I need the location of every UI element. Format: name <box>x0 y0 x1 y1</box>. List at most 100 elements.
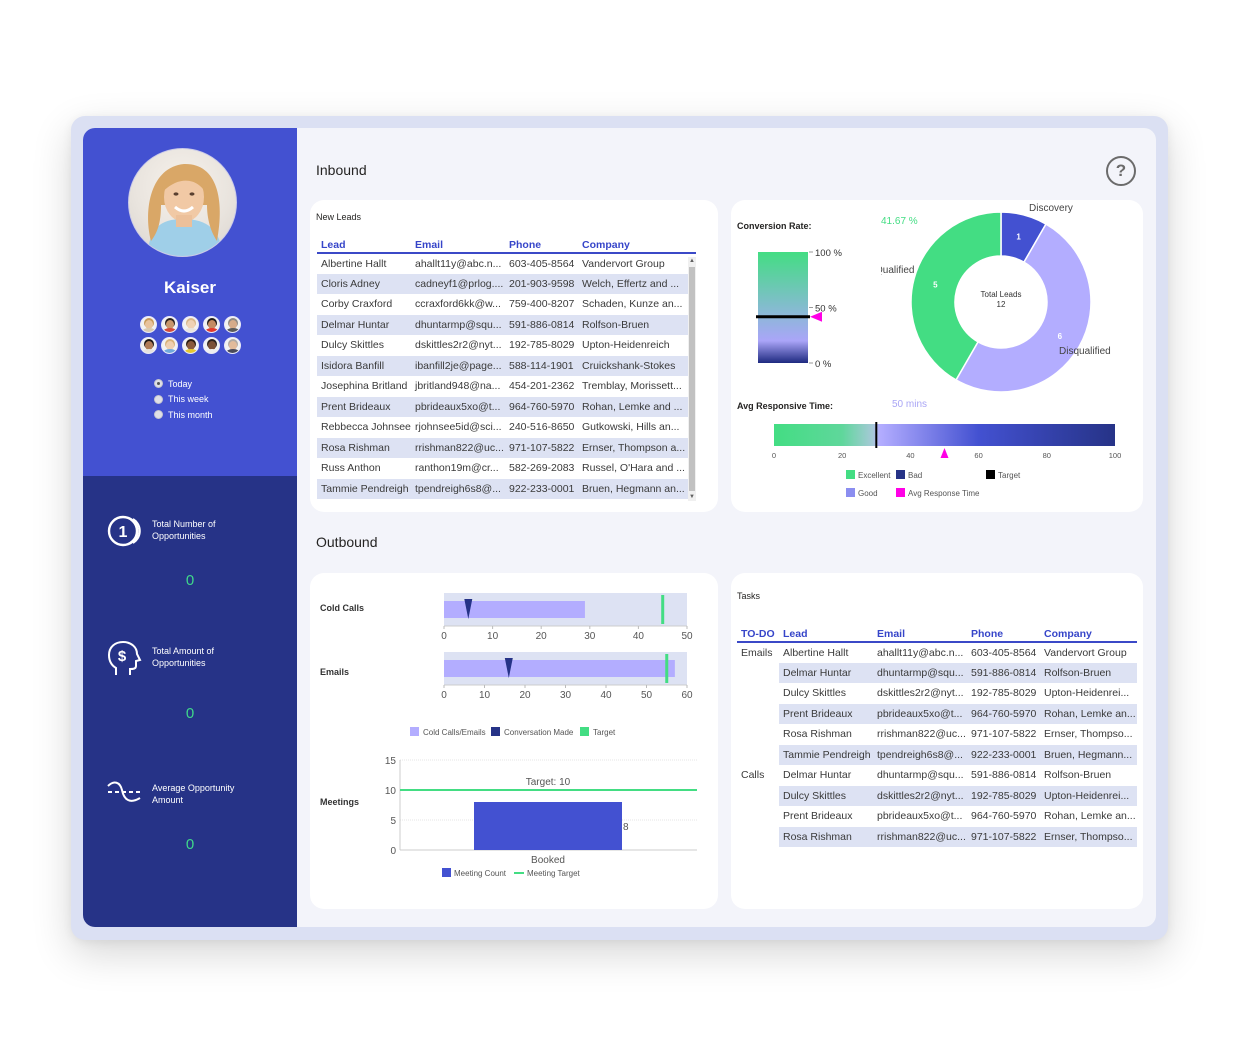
table-row[interactable]: Isidora Banfill ibanfill2je@page... 588-11… <box>317 355 696 376</box>
column-header-company[interactable]: Company <box>578 237 696 254</box>
table-row[interactable]: Tammie Pendreigh tpendreigh6s8@... 922-233… <box>317 478 696 499</box>
table-row[interactable]: Dulcy Skittles dskittles2r2@nyt... 192-785… <box>317 335 696 356</box>
table-cell: Rolfson-Bruen <box>1044 769 1112 782</box>
table-cell: jbritland948@na... <box>415 380 501 393</box>
table-cell: Calls <box>741 769 765 782</box>
legend-swatch <box>896 470 905 479</box>
team-member-avatar[interactable] <box>182 337 199 354</box>
meetings-bar-booked <box>474 802 622 850</box>
kpi-value: 0 <box>185 705 195 722</box>
table-row[interactable]: Cloris Adney cadneyf1@prlog.... 201-903-95… <box>317 273 696 294</box>
table-cell: Gutkowski, Hills an... <box>582 421 680 434</box>
table-row[interactable]: Rosa Rishman rrishman822@uc... 971-107-582… <box>317 437 696 458</box>
kpi-value: 0 <box>185 836 195 853</box>
avatar-body <box>142 349 156 353</box>
column-header-email[interactable]: Email <box>411 237 505 254</box>
table-row[interactable]: Rosa Rishman rrishman822@uc... 971-107-582… <box>737 724 1137 745</box>
table-row[interactable]: Calls Delmar Huntar dhuntarmp@squ... 591-88… <box>737 765 1137 786</box>
team-member-avatar[interactable] <box>140 316 157 333</box>
table-cell: Cloris Adney <box>317 273 411 294</box>
table-cell: Rolfson-Bruen <box>578 314 696 335</box>
table-row[interactable]: Josephina Britland jbritland948@na... 454-… <box>317 376 696 397</box>
table-row[interactable]: Prent Brideaux pbrideaux5xo@t... 964-760-5… <box>317 396 696 417</box>
period-option-this-month[interactable]: This month <box>154 407 213 423</box>
table-row[interactable]: Dulcy Skittles dskittles2r2@nyt... 192-785… <box>737 683 1137 704</box>
table-cell <box>737 663 779 684</box>
table-cell: ahallt11y@abc.n... <box>415 257 502 270</box>
resp-tick-label: 20 <box>838 451 846 460</box>
table-row[interactable]: Rosa Rishman rrishman822@uc... 971-107-582… <box>737 826 1137 847</box>
table-cell: 591-886-0814 <box>967 662 1040 683</box>
table-row[interactable]: Rebbecca Johnsee rjohnsee5id@sci... 240-51… <box>317 417 696 438</box>
table-row[interactable]: Prent Brideaux pbrideaux5xo@t... 964-760-5… <box>737 806 1137 827</box>
table-row[interactable]: Russ Anthon ranthon19m@cr... 582-269-2083 R… <box>317 458 696 479</box>
team-member-avatar[interactable] <box>203 316 220 333</box>
table-cell: dskittles2r2@nyt... <box>877 687 964 700</box>
table-cell: Tammie Pendreigh <box>317 478 411 499</box>
table-row[interactable]: Corby Craxford ccraxford6kk@w... 759-400-8… <box>317 294 696 315</box>
table-row[interactable]: Emails Albertine Hallt ahallt11y@abc.n... 6… <box>737 642 1137 663</box>
bullet-tick-label: 40 <box>633 631 645 642</box>
table-row[interactable]: Tammie Pendreigh tpendreigh6s8@... 922-233… <box>737 744 1137 765</box>
team-member-avatar[interactable] <box>224 316 241 333</box>
team-member-avatar[interactable] <box>161 337 178 354</box>
table-cell: Rohan, Lemke and ... <box>578 396 696 417</box>
radio-button[interactable] <box>154 379 163 389</box>
column-header-phone[interactable]: Phone <box>505 237 578 254</box>
table-cell: Dulcy Skittles <box>779 785 873 806</box>
scroll-down-icon[interactable]: ▼ <box>688 493 696 501</box>
svg-text:$: $ <box>118 648 127 665</box>
table-cell: pbrideaux5xo@t... <box>411 396 505 417</box>
gauge-tick-label: 0 % <box>815 359 832 370</box>
table-cell: tpendreigh6s8@... <box>873 744 967 765</box>
table-row[interactable]: Delmar Huntar dhuntarmp@squ... 591-886-081… <box>737 662 1137 684</box>
column-header-phone[interactable]: Phone <box>967 626 1040 643</box>
period-option-today[interactable]: Today <box>154 376 213 392</box>
table-cell <box>737 683 779 704</box>
bullet-tick-label: 40 <box>600 690 612 701</box>
table-row[interactable]: Prent Brideaux pbrideaux5xo@t... 964-760-5… <box>737 703 1137 724</box>
period-option-this-week[interactable]: This week <box>154 392 213 408</box>
tasks-title: Tasks <box>737 591 761 601</box>
table-row[interactable]: Delmar Huntar dhuntarmp@squ... 591-886-081… <box>317 314 696 335</box>
inbound-title: Inbound <box>316 162 367 178</box>
table-row[interactable]: Albertine Hallt ahallt11y@abc.n... 603-405… <box>317 253 696 274</box>
team-member-avatar[interactable] <box>140 337 157 354</box>
radio-button[interactable] <box>154 394 163 404</box>
scroll-up-icon[interactable]: ▲ <box>688 257 696 265</box>
table-cell: 454-201-2362 <box>509 380 575 393</box>
head-dollar-icon: $ <box>106 640 144 677</box>
team-member-avatar[interactable] <box>182 316 199 333</box>
team-member-avatar[interactable] <box>224 337 241 354</box>
bullet-category-label: Cold Calls <box>320 603 364 613</box>
column-header-lead[interactable]: Lead <box>779 626 873 643</box>
table-cell: Russel, O'Hara and ... <box>582 462 685 475</box>
meetings-data-label: 8 <box>623 822 629 833</box>
table-cell: dhuntarmp@squ... <box>877 769 964 782</box>
meetings-target-label: Target: 10 <box>526 777 571 788</box>
bullet-category-label: Emails <box>320 667 349 677</box>
table-cell: 971-107-5822 <box>971 728 1037 741</box>
column-header-lead[interactable]: Lead <box>317 237 411 254</box>
column-header-company[interactable]: Company <box>1040 626 1137 643</box>
legend-swatch <box>491 727 500 736</box>
team-member-avatar[interactable] <box>203 337 220 354</box>
table-cell: Rohan, Lemke an... <box>1040 703 1137 724</box>
team-member-avatar[interactable] <box>161 316 178 333</box>
bullet-tick-label: 0 <box>441 690 447 701</box>
scroll-thumb[interactable] <box>689 267 695 491</box>
table-cell: Albertine Hallt <box>783 646 849 659</box>
table-row[interactable]: Dulcy Skittles dskittles2r2@nyt... 192-785… <box>737 785 1137 806</box>
column-header-to-do[interactable]: TO-DO <box>737 626 779 643</box>
new-leads-title: New Leads <box>316 212 362 222</box>
leads-donut-chart: 1 Discovery 6 Disqualified 5 Qualified Total L… <box>881 203 1111 393</box>
radio-button[interactable] <box>154 410 163 420</box>
table-cell: rrishman822@uc... <box>411 437 505 458</box>
donut-center-value: 12 <box>997 300 1006 309</box>
leads-scrollbar[interactable]: ▲ ▼ <box>688 257 696 501</box>
table-cell: Isidora Banfill <box>317 355 411 376</box>
column-header-email[interactable]: Email <box>873 626 967 643</box>
help-button[interactable]: ? <box>1106 156 1136 186</box>
donut-value-label: 1 <box>1016 232 1021 241</box>
table-cell: rrishman822@uc... <box>873 826 967 847</box>
